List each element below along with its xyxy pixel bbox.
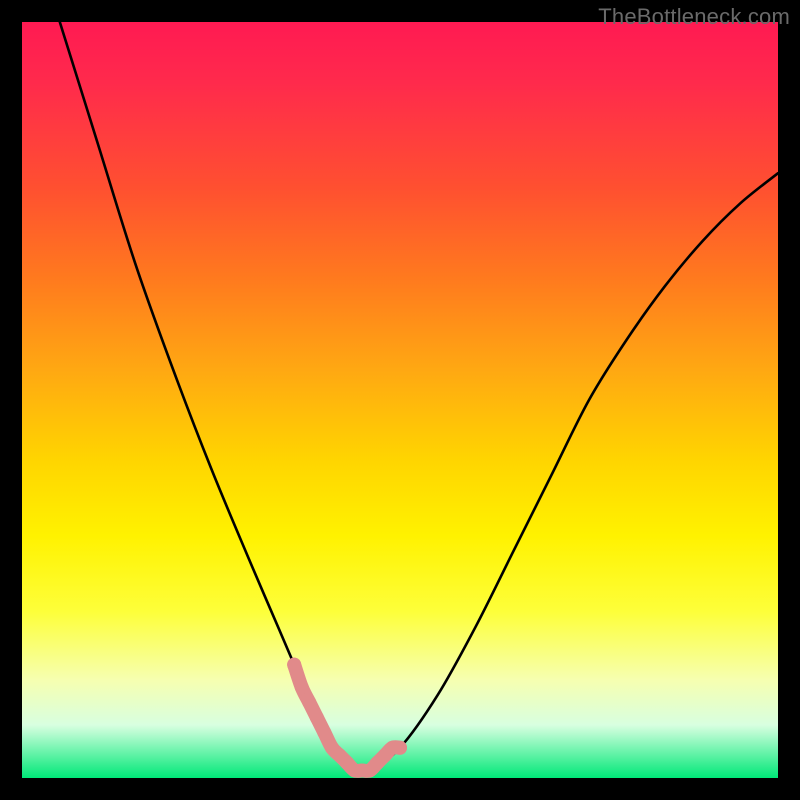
- chart-frame: TheBottleneck.com: [0, 0, 800, 800]
- plot-background: [22, 22, 778, 778]
- watermark-label: TheBottleneck.com: [598, 4, 790, 30]
